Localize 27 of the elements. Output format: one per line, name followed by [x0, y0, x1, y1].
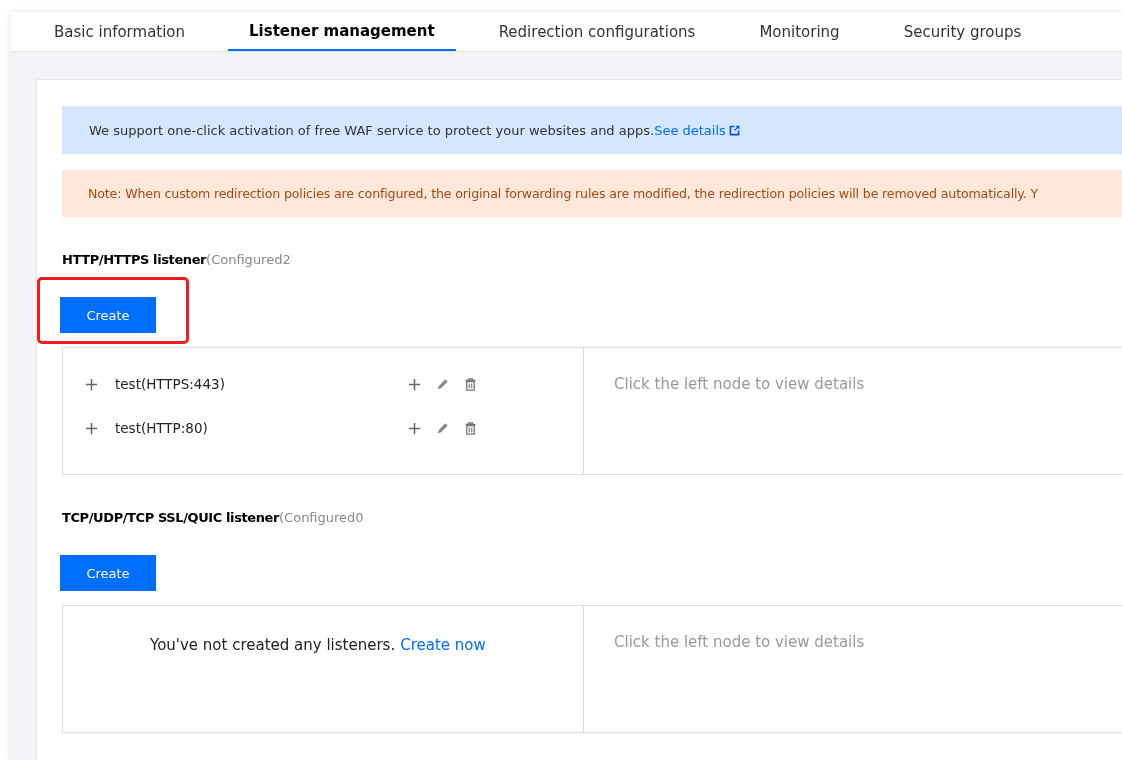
tab[interactable]: Listener management [228, 12, 456, 51]
section-title: HTTP/HTTPS listener [62, 252, 207, 267]
expand-icon[interactable] [84, 420, 99, 436]
tab[interactable]: Redirection configurations [477, 12, 717, 51]
detail-hint-text: Click the left node to view details [614, 633, 865, 651]
create-button[interactable]: Create [60, 555, 156, 591]
add-icon[interactable] [407, 376, 422, 392]
notice-text: Note: When custom redirection policies are configured, the original forwarding rules are modified, the redirection policies will be removed automatically. Y [88, 186, 1039, 201]
trash-icon[interactable] [463, 420, 478, 436]
section-title: TCP/UDP/TCP SSL/QUIC listener [62, 510, 280, 525]
trash-icon[interactable] [463, 376, 478, 392]
add-icon[interactable] [407, 420, 422, 436]
listener-name[interactable]: test(HTTP:80) [115, 420, 407, 436]
configured-count: (Configured0 [279, 510, 364, 525]
external-link-icon[interactable] [727, 123, 741, 137]
create-now-link[interactable]: Create now [400, 636, 486, 654]
listener-name[interactable]: test(HTTPS:443) [115, 376, 407, 392]
see-details-link[interactable]: See details [654, 122, 726, 138]
notice-text: We support one-click activation of free WAF service to protect your websites and apps. [89, 122, 655, 138]
detail-hint-text: Click the left node to view details [614, 375, 865, 393]
tab[interactable]: Monitoring [738, 12, 861, 51]
configured-count: (Configured2 [206, 252, 291, 267]
empty-message: You've not created any listeners. [150, 636, 396, 654]
tab[interactable]: Security groups [882, 12, 1043, 51]
create-button[interactable]: Create [60, 297, 156, 333]
expand-icon[interactable] [84, 376, 99, 392]
tab[interactable]: Basic information [33, 12, 207, 51]
